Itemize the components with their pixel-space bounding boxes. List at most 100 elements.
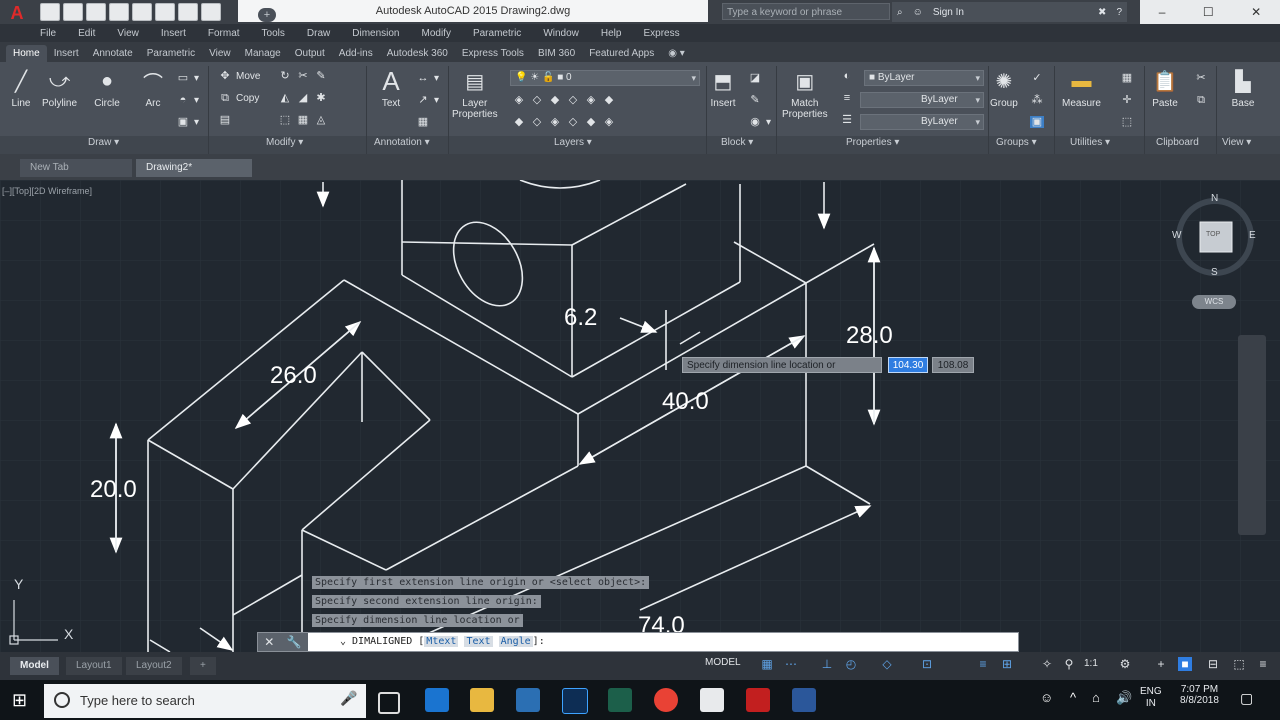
layer-dropdown[interactable]: 💡 ☀ 🔓 ■ 0 (510, 70, 700, 86)
table-tool[interactable]: ▦ (416, 116, 434, 128)
word-icon[interactable] (792, 688, 816, 712)
stretch-button[interactable]: ▤ (218, 114, 236, 126)
group-select-tool[interactable]: ▣ (1030, 116, 1048, 128)
viewcube-south[interactable]: S (1211, 267, 1218, 278)
tab-new-tab[interactable]: New Tab (20, 159, 132, 177)
dynamic-input-field-1[interactable]: 104.30 (888, 357, 928, 373)
tab-parametric[interactable]: Parametric (140, 45, 202, 62)
panel-modify[interactable]: Modify ▾ (266, 137, 303, 148)
help-icon[interactable]: ? (1116, 7, 1122, 18)
notepad-icon[interactable] (700, 688, 724, 712)
layer-properties-button[interactable]: ▤ Layer Properties (452, 68, 498, 121)
tab-drawing2[interactable]: Drawing2* (136, 159, 252, 177)
paste-button[interactable]: 📋 Paste (1152, 68, 1178, 110)
select-all-tool[interactable]: ⬚ (1120, 116, 1138, 128)
undo-icon[interactable] (155, 3, 175, 21)
people-icon[interactable]: ☺ (1040, 690, 1053, 705)
tab-annotate[interactable]: Annotate (86, 45, 140, 62)
microphone-icon[interactable]: 🎤 (340, 690, 357, 707)
menu-edit[interactable]: Edit (78, 28, 95, 39)
close-button[interactable]: ✕ (1251, 5, 1261, 19)
binoculars-icon[interactable]: ⌕ (897, 7, 903, 18)
copy-button[interactable]: ⧉ Copy (218, 92, 259, 104)
tab-add-ins[interactable]: Add-ins (332, 45, 380, 62)
layer-tools-row2[interactable]: ◆ ◇ ◈ ◇ ◆ ◈ (512, 116, 620, 128)
panel-view[interactable]: View ▾ (1222, 137, 1251, 148)
polyline-button[interactable]: ⤻ Polyline (42, 68, 77, 110)
save-icon[interactable] (86, 3, 106, 21)
create-block-tool[interactable]: ◪ (748, 72, 766, 84)
viewcube-east[interactable]: E (1249, 230, 1256, 241)
selection-cycling-icon[interactable]: ⊞ (1000, 657, 1014, 671)
minimize-button[interactable]: – (1159, 5, 1166, 19)
quick-properties-icon[interactable]: ⊟ (1206, 657, 1220, 671)
tab-output[interactable]: Output (288, 45, 332, 62)
snap-toggle-icon[interactable]: ⋯ (784, 657, 798, 671)
panel-properties[interactable]: Properties ▾ (846, 137, 899, 148)
osnap-toggle-icon[interactable]: ⊡ (920, 657, 934, 671)
mirror-button[interactable]: ◭ ◢ ✱ (278, 92, 332, 104)
tab-view[interactable]: View (202, 45, 238, 62)
tray-chevron-icon[interactable]: ^ (1070, 690, 1076, 705)
user-icon[interactable]: ☺ (913, 7, 923, 18)
rotate-button[interactable]: ↻ ✂ ✎ (278, 70, 332, 82)
dynamic-input-field-2[interactable]: 108.08 (932, 357, 974, 373)
exchange-icon[interactable]: ✖ (1098, 7, 1106, 18)
units-icon[interactable]: ■ (1178, 657, 1192, 671)
menu-format[interactable]: Format (208, 28, 240, 39)
new-file-icon[interactable] (40, 3, 60, 21)
scale-button[interactable]: ⬚ ▦ ◬ (278, 114, 332, 126)
autocad-logo-icon[interactable]: A (4, 3, 30, 23)
save-as-icon[interactable] (109, 3, 129, 21)
viewcube-west[interactable]: W (1172, 230, 1181, 241)
menu-insert[interactable]: Insert (161, 28, 186, 39)
photoshop-icon[interactable] (562, 688, 588, 714)
option-angle[interactable]: Angle (498, 636, 533, 647)
close-command-icon[interactable]: ✕ (264, 635, 274, 649)
isodraft-toggle-icon[interactable]: ◇ (880, 657, 894, 671)
copy-clip-tool[interactable]: ⧉ (1194, 94, 1212, 106)
volume-icon[interactable]: 🔊 (1116, 690, 1132, 706)
base-button[interactable]: ▙ Base (1230, 68, 1256, 110)
search-input[interactable]: Type a keyword or phrase (722, 3, 890, 20)
menu-parametric[interactable]: Parametric (473, 28, 521, 39)
redo-icon[interactable] (178, 3, 198, 21)
option-mtext[interactable]: Mtext (424, 636, 459, 647)
maximize-button[interactable]: ☐ (1203, 5, 1214, 19)
group-edit-tool[interactable]: ⁂ (1030, 94, 1048, 106)
arc-button[interactable]: ⌒ Arc (140, 68, 166, 110)
open-file-icon[interactable] (63, 3, 83, 21)
annotation-autoscale-icon[interactable]: ⚲ (1062, 657, 1076, 671)
file-explorer-icon[interactable] (470, 688, 494, 712)
group-button[interactable]: ✺ Group (990, 68, 1018, 110)
menu-draw[interactable]: Draw (307, 28, 330, 39)
customization-icon[interactable]: ≡ (1256, 657, 1270, 671)
line-button[interactable]: ╱ Line (8, 68, 34, 110)
polar-toggle-icon[interactable]: ◴ (844, 657, 858, 671)
ortho-toggle-icon[interactable]: ⊥ (820, 657, 834, 671)
plot-icon[interactable] (132, 3, 152, 21)
tab-insert[interactable]: Insert (47, 45, 86, 62)
annotation-monitor-icon[interactable]: + (1154, 657, 1168, 671)
tab-express-tools[interactable]: Express Tools (455, 45, 531, 62)
clean-screen-icon[interactable]: ⬚ (1232, 657, 1246, 671)
workspace-gear-icon[interactable]: ⚙ (1118, 657, 1132, 671)
ungroup-tool[interactable]: ✓ (1030, 72, 1048, 84)
menu-dimension[interactable]: Dimension (352, 28, 399, 39)
sign-in-link[interactable]: Sign In (933, 7, 964, 18)
media-app-icon[interactable] (608, 688, 632, 712)
network-icon[interactable]: ⌂ (1092, 690, 1100, 705)
circle-button[interactable]: ● Circle (94, 68, 120, 110)
menu-view[interactable]: View (117, 28, 139, 39)
customize-command-icon[interactable]: 🔧 (287, 635, 302, 649)
text-button[interactable]: A Text (378, 66, 404, 110)
move-button[interactable]: ✥ Move (218, 70, 260, 82)
tab-featured-apps[interactable]: Featured Apps (582, 45, 661, 62)
tab-manage[interactable]: Manage (238, 45, 288, 62)
lineweight-dropdown[interactable]: ByLayer (860, 92, 984, 108)
language-indicator[interactable]: ENG IN (1140, 686, 1162, 710)
tab-layout2[interactable]: Layout2 (126, 657, 182, 675)
panel-layers[interactable]: Layers ▾ (554, 137, 592, 148)
match-properties-button[interactable]: ▣ Match Properties (782, 68, 828, 121)
clock[interactable]: 7:07 PM 8/8/2018 (1180, 684, 1219, 706)
